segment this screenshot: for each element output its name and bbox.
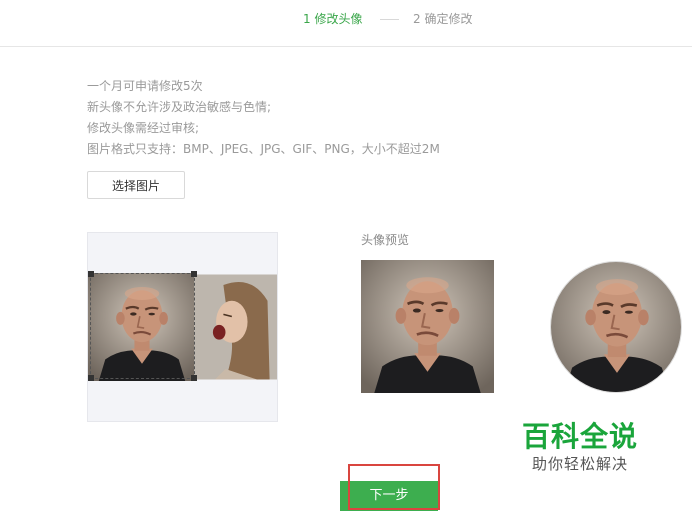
choose-image-button[interactable]: 选择图片 xyxy=(87,171,185,199)
step-divider xyxy=(380,19,399,20)
crop-handle[interactable] xyxy=(191,375,197,381)
watermark-subtitle: 助你轻松解决 xyxy=(531,455,628,473)
rule-line: 图片格式只支持：BMP、JPEG、JPG、GIF、PNG，大小不超过2M xyxy=(87,142,440,156)
crop-handle[interactable] xyxy=(191,271,197,277)
rule-line: 一个月可申请修改5次 xyxy=(87,79,203,93)
crop-handle[interactable] xyxy=(88,271,94,277)
upload-rules: 一个月可申请修改5次 新头像不允许涉及政治敏感与色情; 修改头像需经过审核; 图… xyxy=(87,76,607,160)
highlight-box xyxy=(348,464,440,510)
avatar-preview-circle xyxy=(550,261,682,393)
watermark-title: 百科全说 xyxy=(521,420,638,453)
crop-selection-box[interactable] xyxy=(88,271,197,381)
step-2-label: 2 确定修改 xyxy=(413,12,473,26)
avatar-preview-square xyxy=(361,260,494,393)
crop-area[interactable] xyxy=(87,232,278,422)
rule-line: 修改头像需经过审核; xyxy=(87,121,200,135)
crop-handle[interactable] xyxy=(88,375,94,381)
step-1-label: 1 修改头像 xyxy=(303,12,363,26)
step-indicator: 1 修改头像 2 确定修改 xyxy=(0,0,692,47)
rule-line: 新头像不允许涉及政治敏感与色情; xyxy=(87,100,272,114)
preview-label: 头像预览 xyxy=(361,233,410,247)
watermark-logo: 百科全说 助你轻松解决 xyxy=(516,420,644,474)
